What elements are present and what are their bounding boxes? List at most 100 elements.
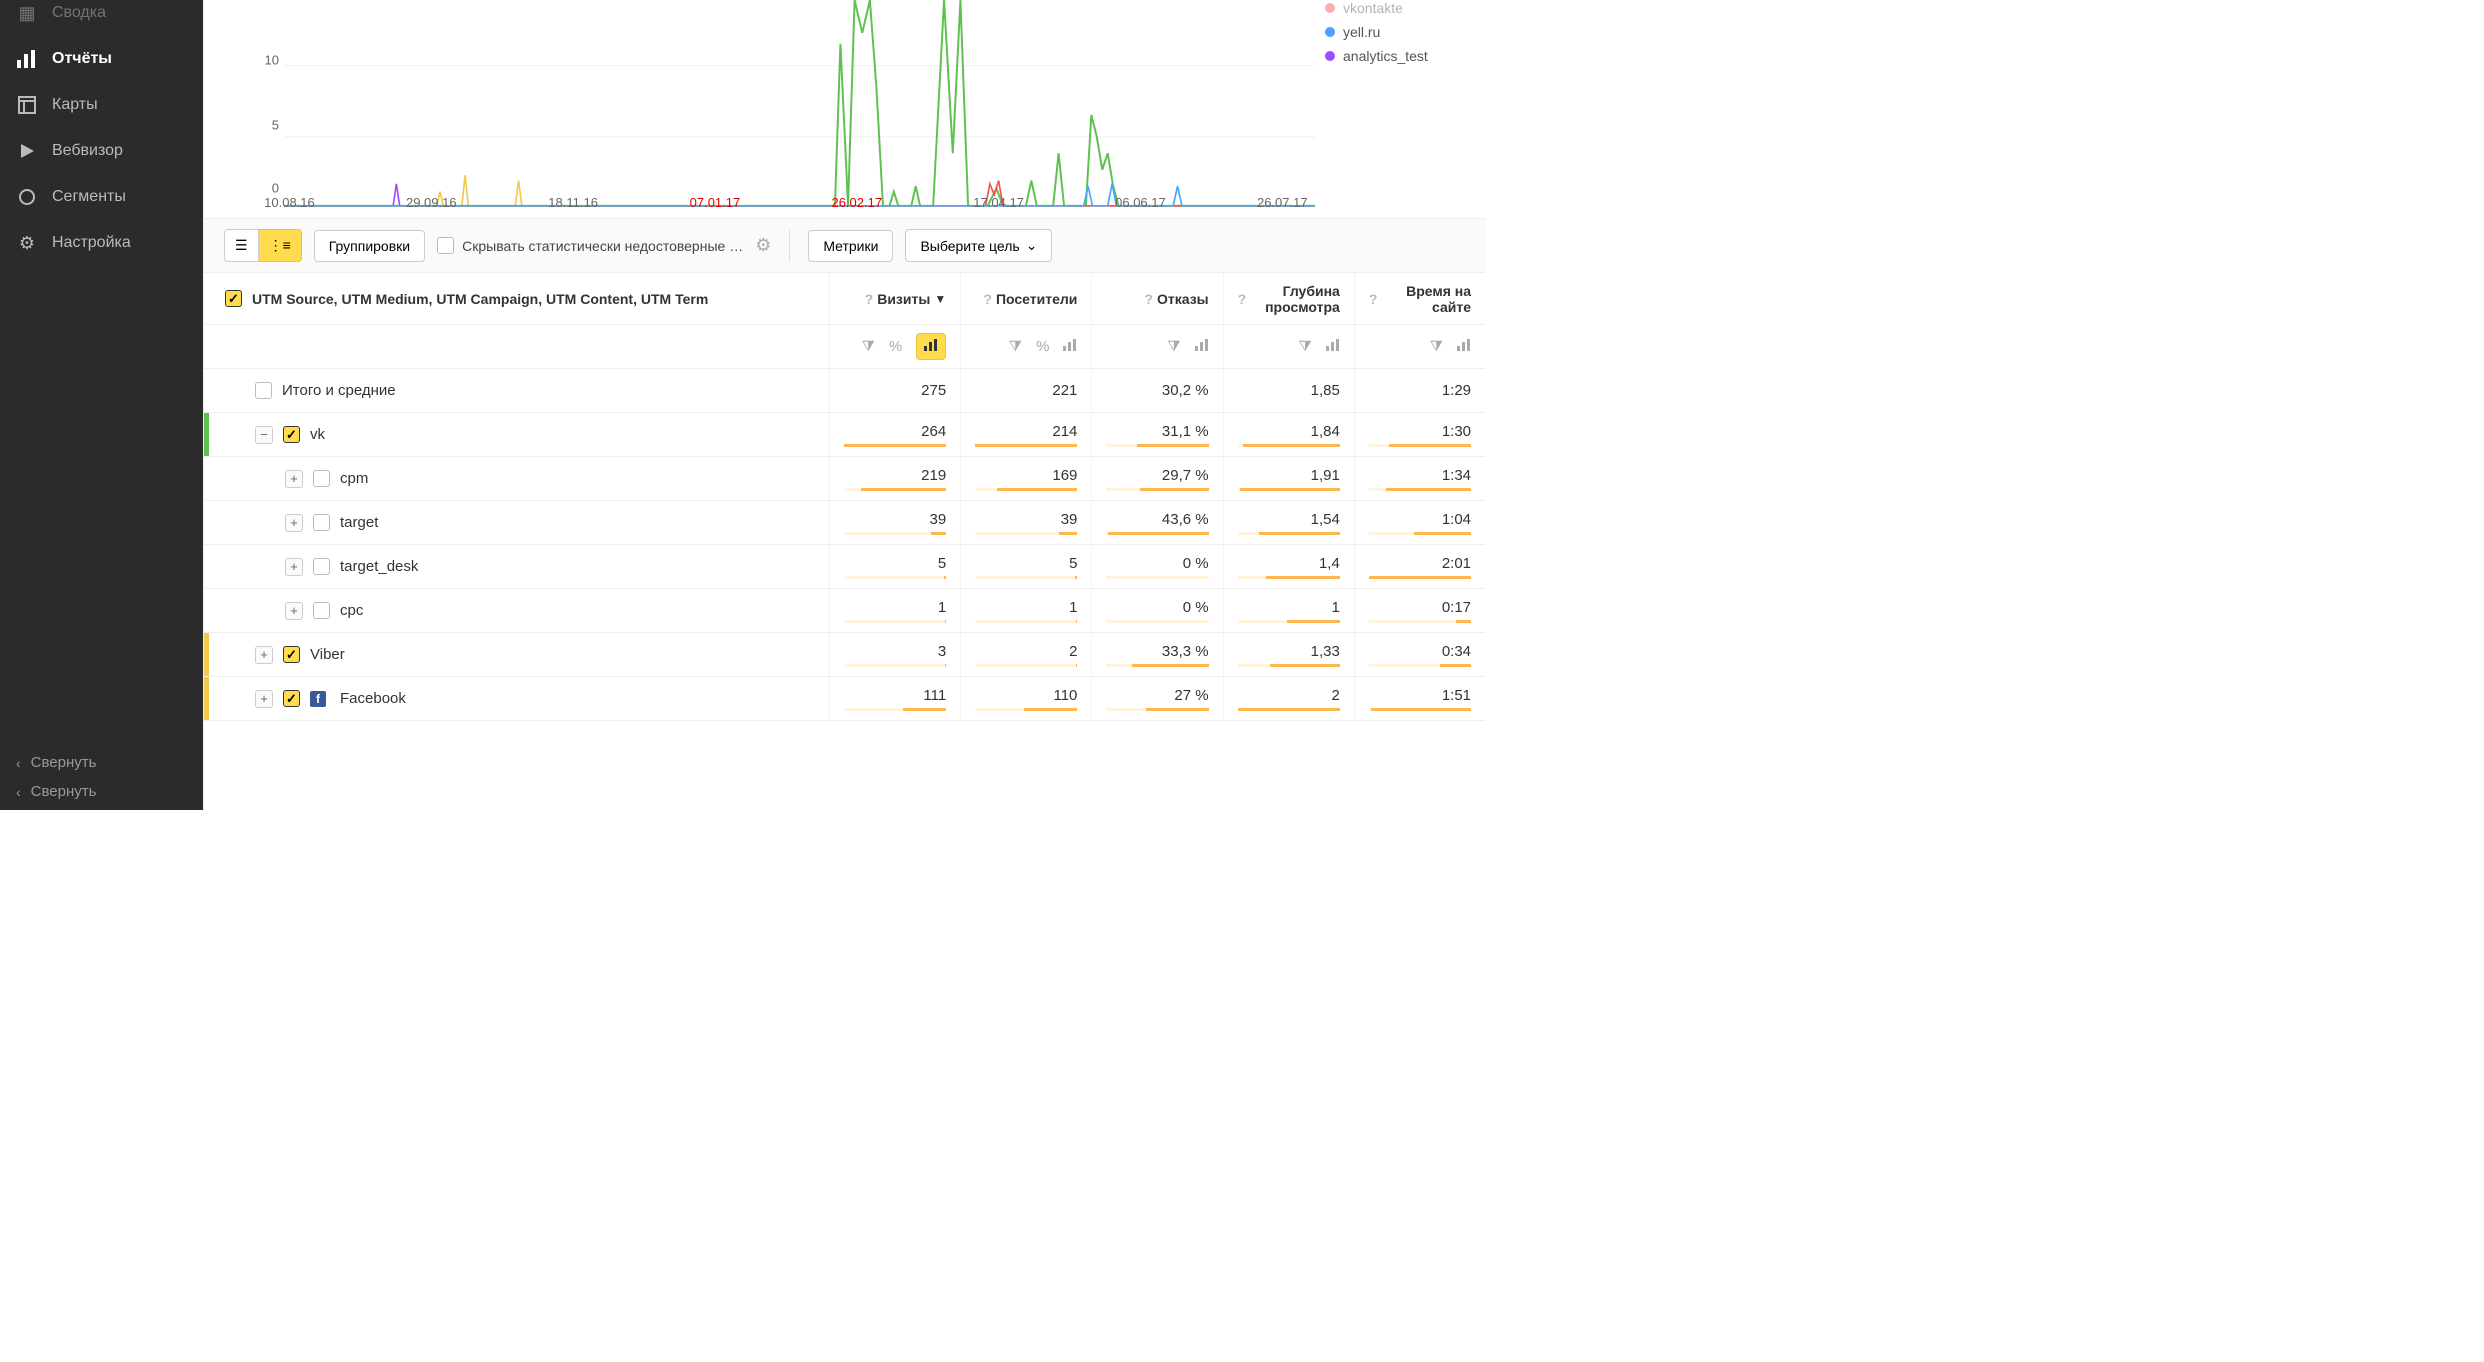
cell-bounce: 0 %	[1106, 599, 1208, 616]
legend-item-analytics[interactable]: analytics_test	[1325, 48, 1465, 64]
cell-depth: 1	[1238, 599, 1340, 616]
cell-time: 2:01	[1369, 555, 1471, 572]
nav-label: Сводка	[52, 4, 106, 22]
row-label: Facebook	[340, 690, 406, 707]
chevron-down-icon: ⌄	[1026, 237, 1038, 254]
col-header-visits[interactable]: ? Визиты ▼	[829, 273, 960, 324]
x-tick: 07.01.17	[690, 195, 741, 210]
table-row: +cpc110 %10:17	[204, 589, 1485, 633]
nav-item-maps[interactable]: Карты	[0, 82, 203, 128]
col-header-time[interactable]: ? Время на сайте	[1354, 273, 1485, 324]
chart-icon[interactable]	[1326, 338, 1340, 355]
settings-gear-icon[interactable]: ⚙	[755, 235, 771, 256]
cell-visits: 5	[844, 555, 946, 572]
nav-item-summary[interactable]: ▦ Сводка	[0, 0, 203, 36]
cell-depth: 2	[1238, 687, 1340, 704]
row-checkbox[interactable]	[283, 646, 300, 663]
row-label: cpc	[340, 602, 363, 619]
help-icon: ?	[1144, 291, 1153, 307]
expand-toggle[interactable]: +	[285, 558, 303, 576]
chart-icon[interactable]	[916, 333, 946, 360]
checkbox[interactable]	[255, 382, 272, 399]
col-header-depth[interactable]: ? Глубина просмотра	[1223, 273, 1354, 324]
legend-item-yell[interactable]: yell.ru	[1325, 24, 1465, 40]
chart-area[interactable]: 0 5 10 10.08.16 29.09.16 18.11.16 07.01.…	[224, 0, 1315, 208]
table-row: −vk26421431,1 %1,841:30	[204, 413, 1485, 457]
percent-icon[interactable]: %	[889, 338, 902, 355]
y-tick: 5	[272, 118, 279, 133]
expand-toggle[interactable]: +	[255, 646, 273, 664]
x-tick: 10.08.16	[264, 195, 315, 210]
table-row: +cpm21916929,7 %1,911:34	[204, 457, 1485, 501]
row-label: target_desk	[340, 558, 418, 575]
table-row: +target393943,6 %1,541:04	[204, 501, 1485, 545]
groupings-button[interactable]: Группировки	[314, 230, 425, 262]
dimension-header-label: UTM Source, UTM Medium, UTM Campaign, UT…	[252, 291, 708, 307]
expand-toggle[interactable]: −	[255, 426, 273, 444]
filter-icon[interactable]: ⧩	[1009, 338, 1022, 355]
help-icon: ?	[1369, 291, 1378, 307]
help-icon: ?	[983, 291, 992, 307]
cell-time: 0:17	[1369, 599, 1471, 616]
cell-visits: 219	[844, 467, 946, 484]
hide-insignificant-checkbox[interactable]: Скрывать статистически недостоверные …	[437, 237, 743, 254]
goal-label: Выберите цель	[920, 238, 1019, 254]
expand-toggle[interactable]: +	[285, 602, 303, 620]
help-icon: ?	[865, 291, 874, 307]
row-checkbox[interactable]	[313, 558, 330, 575]
expand-toggle[interactable]: +	[285, 514, 303, 532]
expand-toggle[interactable]: +	[285, 470, 303, 488]
list-view-button[interactable]: ☰	[224, 229, 259, 262]
nav-item-segments[interactable]: Сегменты	[0, 174, 203, 220]
filter-icon[interactable]: ⧩	[1298, 338, 1311, 355]
nav-item-webvisor[interactable]: Вебвизор	[0, 128, 203, 174]
chart-icon[interactable]	[1195, 338, 1209, 355]
nav-label: Вебвизор	[52, 142, 123, 160]
goal-select[interactable]: Выберите цель ⌄	[905, 229, 1052, 262]
col-header-bounce[interactable]: ? Отказы	[1091, 273, 1222, 324]
y-tick: 0	[272, 181, 279, 196]
cell-time: 1:51	[1369, 687, 1471, 704]
tree-view-button[interactable]: ⋮≡	[259, 229, 302, 262]
row-checkbox[interactable]	[283, 426, 300, 443]
y-tick: 10	[265, 53, 279, 68]
cell-bounce: 31,1 %	[1106, 423, 1208, 440]
filter-icon[interactable]: ⧩	[1430, 338, 1443, 355]
nav-item-settings[interactable]: ⚙ Настройка	[0, 220, 203, 266]
row-checkbox[interactable]	[313, 470, 330, 487]
nav-item-reports[interactable]: Отчёты	[0, 36, 203, 82]
table-subheader-row: ⧩ % ⧩ % ⧩ ⧩ ⧩	[204, 325, 1485, 369]
percent-icon[interactable]: %	[1036, 338, 1049, 355]
collapse-label: Свернуть	[31, 754, 97, 771]
collapse-button-2[interactable]: ‹ Свернуть	[0, 781, 203, 810]
row-checkbox[interactable]	[313, 602, 330, 619]
tree-icon: ⋮≡	[269, 237, 291, 254]
cell-visits: 1	[844, 599, 946, 616]
chart-icon[interactable]	[1457, 338, 1471, 355]
view-toggle: ☰ ⋮≡	[224, 229, 302, 262]
list-icon: ☰	[235, 237, 248, 254]
metrics-button[interactable]: Метрики	[808, 230, 893, 262]
play-icon	[16, 140, 38, 162]
filter-icon[interactable]: ⧩	[861, 338, 874, 355]
cell-depth: 1,85	[1238, 382, 1340, 399]
x-tick: 26.07.17	[1257, 195, 1308, 210]
cell-visits: 111	[844, 687, 946, 704]
gear-icon: ⚙	[16, 232, 38, 254]
col-header-users[interactable]: ? Посетители	[960, 273, 1091, 324]
chart-icon[interactable]	[1063, 338, 1077, 355]
x-tick: 29.09.16	[406, 195, 457, 210]
legend-label: analytics_test	[1343, 48, 1428, 64]
filter-icon[interactable]: ⧩	[1167, 338, 1180, 355]
cell-users: 39	[975, 511, 1077, 528]
cell-users: 2	[975, 643, 1077, 660]
layout-icon	[16, 94, 38, 116]
row-checkbox[interactable]	[313, 514, 330, 531]
legend-item-vkontakte[interactable]: vkontakte	[1325, 0, 1465, 16]
row-checkbox[interactable]	[283, 690, 300, 707]
expand-toggle[interactable]: +	[255, 690, 273, 708]
legend-label: vkontakte	[1343, 0, 1403, 16]
chart: 0 5 10 10.08.16 29.09.16 18.11.16 07.01.…	[204, 0, 1485, 218]
select-all-checkbox[interactable]	[225, 290, 242, 307]
collapse-button[interactable]: ‹ Свернуть	[0, 744, 203, 781]
